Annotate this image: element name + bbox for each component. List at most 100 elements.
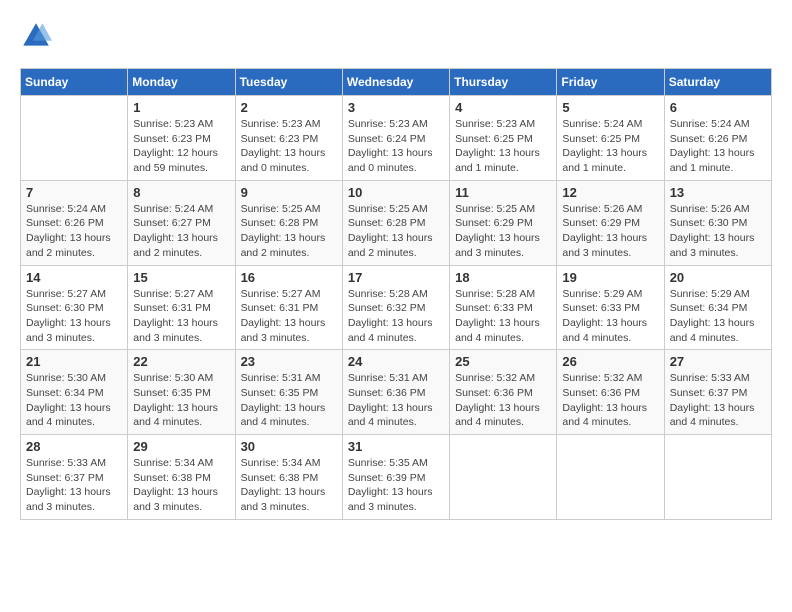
calendar-cell: 17 Sunrise: 5:28 AM Sunset: 6:32 PM Dayli… <box>342 265 449 350</box>
calendar-week-row: 1 Sunrise: 5:23 AM Sunset: 6:23 PM Daylig… <box>21 96 772 181</box>
calendar-cell: 15 Sunrise: 5:27 AM Sunset: 6:31 PM Dayli… <box>128 265 235 350</box>
calendar-cell: 16Sunrise: 5:27 AM Sunset: 6:31 PM Dayli… <box>235 265 342 350</box>
day-info: Sunrise: 5:28 AM Sunset: 6:33 PM Dayligh… <box>455 287 551 346</box>
calendar-cell: 24 Sunrise: 5:31 AM Sunset: 6:36 PM Dayli… <box>342 350 449 435</box>
calendar-cell: 22 Sunrise: 5:30 AM Sunset: 6:35 PM Dayli… <box>128 350 235 435</box>
day-info: Sunrise: 5:29 AM Sunset: 6:34 PM Dayligh… <box>670 287 766 346</box>
day-number: 21 <box>26 354 122 369</box>
day-number: 20 <box>670 270 766 285</box>
day-number: 11 <box>455 185 551 200</box>
day-number: 28 <box>26 439 122 454</box>
day-info: Sunrise: 5:27 AM Sunset: 6:31 PM Dayligh… <box>133 287 229 346</box>
day-number: 18 <box>455 270 551 285</box>
day-info: Sunrise: 5:30 AM Sunset: 6:35 PM Dayligh… <box>133 371 229 430</box>
day-number: 31 <box>348 439 444 454</box>
column-header-friday: Friday <box>557 69 664 96</box>
calendar-cell: 9 Sunrise: 5:25 AM Sunset: 6:28 PM Daylig… <box>235 180 342 265</box>
day-info: Sunrise: 5:30 AM Sunset: 6:34 PM Dayligh… <box>26 371 122 430</box>
day-number: 15 <box>133 270 229 285</box>
day-info: Sunrise: 5:25 AM Sunset: 6:28 PM Dayligh… <box>241 202 337 261</box>
calendar-cell: 3 Sunrise: 5:23 AM Sunset: 6:24 PM Daylig… <box>342 96 449 181</box>
day-number: 5 <box>562 100 658 115</box>
day-number: 19 <box>562 270 658 285</box>
calendar-cell: 19Sunrise: 5:29 AM Sunset: 6:33 PM Dayli… <box>557 265 664 350</box>
calendar-cell: 11Sunrise: 5:25 AM Sunset: 6:29 PM Dayli… <box>450 180 557 265</box>
day-number: 13 <box>670 185 766 200</box>
calendar-cell: 2 Sunrise: 5:23 AM Sunset: 6:23 PM Daylig… <box>235 96 342 181</box>
day-number: 14 <box>26 270 122 285</box>
calendar-week-row: 21 Sunrise: 5:30 AM Sunset: 6:34 PM Dayli… <box>21 350 772 435</box>
calendar-cell <box>21 96 128 181</box>
calendar-cell: 5Sunrise: 5:24 AM Sunset: 6:25 PM Daylig… <box>557 96 664 181</box>
day-number: 26 <box>562 354 658 369</box>
calendar-cell: 28 Sunrise: 5:33 AM Sunset: 6:37 PM Dayli… <box>21 435 128 520</box>
calendar-cell <box>450 435 557 520</box>
calendar-cell: 31 Sunrise: 5:35 AM Sunset: 6:39 PM Dayli… <box>342 435 449 520</box>
column-header-tuesday: Tuesday <box>235 69 342 96</box>
day-info: Sunrise: 5:34 AM Sunset: 6:38 PM Dayligh… <box>133 456 229 515</box>
day-info: Sunrise: 5:33 AM Sunset: 6:37 PM Dayligh… <box>670 371 766 430</box>
calendar-cell: 12Sunrise: 5:26 AM Sunset: 6:29 PM Dayli… <box>557 180 664 265</box>
day-info: Sunrise: 5:27 AM Sunset: 6:30 PM Dayligh… <box>26 287 122 346</box>
day-number: 27 <box>670 354 766 369</box>
calendar-cell: 27 Sunrise: 5:33 AM Sunset: 6:37 PM Dayli… <box>664 350 771 435</box>
calendar-table: SundayMondayTuesdayWednesdayThursdayFrid… <box>20 68 772 520</box>
day-info: Sunrise: 5:32 AM Sunset: 6:36 PM Dayligh… <box>562 371 658 430</box>
day-number: 1 <box>133 100 229 115</box>
calendar-cell <box>664 435 771 520</box>
calendar-cell: 13 Sunrise: 5:26 AM Sunset: 6:30 PM Dayli… <box>664 180 771 265</box>
day-info: Sunrise: 5:23 AM Sunset: 6:23 PM Dayligh… <box>241 117 337 176</box>
calendar-cell: 8 Sunrise: 5:24 AM Sunset: 6:27 PM Daylig… <box>128 180 235 265</box>
day-number: 24 <box>348 354 444 369</box>
day-info: Sunrise: 5:34 AM Sunset: 6:38 PM Dayligh… <box>241 456 337 515</box>
calendar-cell: 10Sunrise: 5:25 AM Sunset: 6:28 PM Dayli… <box>342 180 449 265</box>
day-number: 12 <box>562 185 658 200</box>
day-number: 17 <box>348 270 444 285</box>
day-info: Sunrise: 5:25 AM Sunset: 6:28 PM Dayligh… <box>348 202 444 261</box>
logo-icon <box>20 20 52 52</box>
calendar-header-row: SundayMondayTuesdayWednesdayThursdayFrid… <box>21 69 772 96</box>
day-info: Sunrise: 5:33 AM Sunset: 6:37 PM Dayligh… <box>26 456 122 515</box>
day-info: Sunrise: 5:24 AM Sunset: 6:27 PM Dayligh… <box>133 202 229 261</box>
calendar-cell: 20 Sunrise: 5:29 AM Sunset: 6:34 PM Dayli… <box>664 265 771 350</box>
day-info: Sunrise: 5:27 AM Sunset: 6:31 PM Dayligh… <box>241 287 337 346</box>
day-info: Sunrise: 5:23 AM Sunset: 6:25 PM Dayligh… <box>455 117 551 176</box>
day-info: Sunrise: 5:35 AM Sunset: 6:39 PM Dayligh… <box>348 456 444 515</box>
calendar-cell <box>557 435 664 520</box>
day-number: 25 <box>455 354 551 369</box>
day-number: 29 <box>133 439 229 454</box>
day-info: Sunrise: 5:23 AM Sunset: 6:23 PM Dayligh… <box>133 117 229 176</box>
day-number: 4 <box>455 100 551 115</box>
day-number: 2 <box>241 100 337 115</box>
day-info: Sunrise: 5:24 AM Sunset: 6:26 PM Dayligh… <box>26 202 122 261</box>
calendar-cell: 14 Sunrise: 5:27 AM Sunset: 6:30 PM Dayli… <box>21 265 128 350</box>
day-number: 3 <box>348 100 444 115</box>
calendar-cell: 30 Sunrise: 5:34 AM Sunset: 6:38 PM Dayli… <box>235 435 342 520</box>
day-info: Sunrise: 5:23 AM Sunset: 6:24 PM Dayligh… <box>348 117 444 176</box>
day-info: Sunrise: 5:31 AM Sunset: 6:36 PM Dayligh… <box>348 371 444 430</box>
day-info: Sunrise: 5:31 AM Sunset: 6:35 PM Dayligh… <box>241 371 337 430</box>
day-info: Sunrise: 5:26 AM Sunset: 6:30 PM Dayligh… <box>670 202 766 261</box>
calendar-cell: 25 Sunrise: 5:32 AM Sunset: 6:36 PM Dayli… <box>450 350 557 435</box>
calendar-cell: 18 Sunrise: 5:28 AM Sunset: 6:33 PM Dayli… <box>450 265 557 350</box>
column-header-monday: Monday <box>128 69 235 96</box>
calendar-week-row: 7 Sunrise: 5:24 AM Sunset: 6:26 PM Daylig… <box>21 180 772 265</box>
column-header-thursday: Thursday <box>450 69 557 96</box>
day-info: Sunrise: 5:28 AM Sunset: 6:32 PM Dayligh… <box>348 287 444 346</box>
calendar-cell: 4 Sunrise: 5:23 AM Sunset: 6:25 PM Daylig… <box>450 96 557 181</box>
calendar-cell: 6Sunrise: 5:24 AM Sunset: 6:26 PM Daylig… <box>664 96 771 181</box>
day-number: 22 <box>133 354 229 369</box>
day-number: 8 <box>133 185 229 200</box>
day-info: Sunrise: 5:32 AM Sunset: 6:36 PM Dayligh… <box>455 371 551 430</box>
day-number: 7 <box>26 185 122 200</box>
column-header-saturday: Saturday <box>664 69 771 96</box>
day-number: 30 <box>241 439 337 454</box>
page-header <box>20 20 772 52</box>
day-number: 9 <box>241 185 337 200</box>
column-header-sunday: Sunday <box>21 69 128 96</box>
calendar-cell: 26 Sunrise: 5:32 AM Sunset: 6:36 PM Dayli… <box>557 350 664 435</box>
calendar-week-row: 28 Sunrise: 5:33 AM Sunset: 6:37 PM Dayli… <box>21 435 772 520</box>
day-number: 6 <box>670 100 766 115</box>
calendar-cell: 1 Sunrise: 5:23 AM Sunset: 6:23 PM Daylig… <box>128 96 235 181</box>
calendar-cell: 21 Sunrise: 5:30 AM Sunset: 6:34 PM Dayli… <box>21 350 128 435</box>
